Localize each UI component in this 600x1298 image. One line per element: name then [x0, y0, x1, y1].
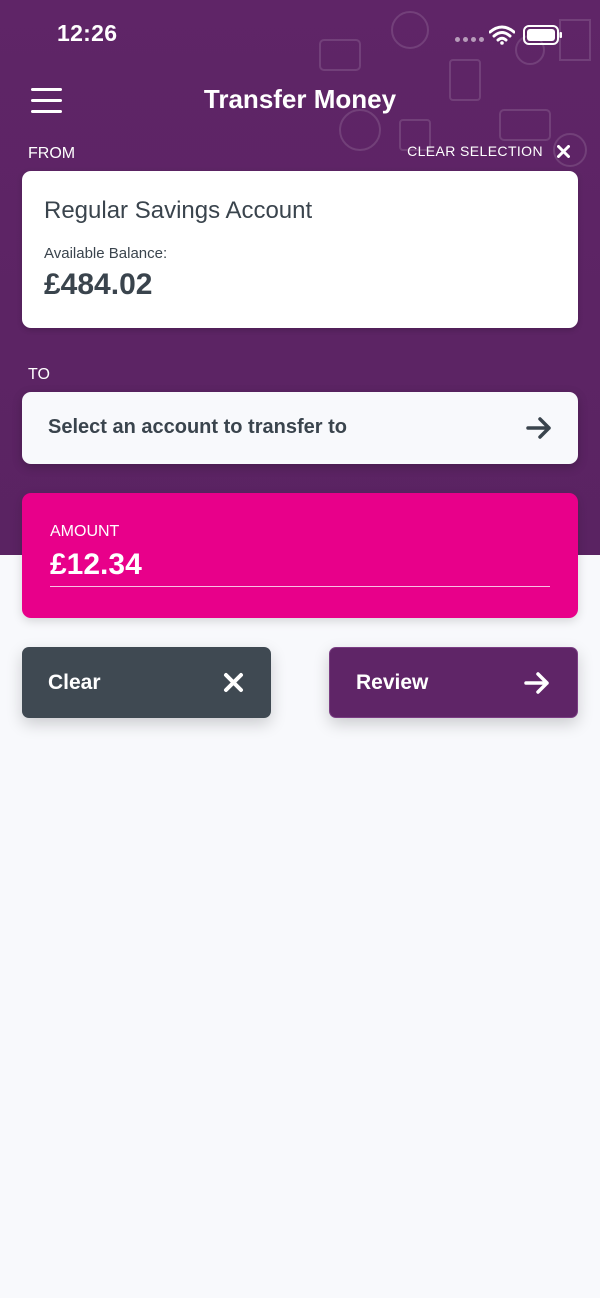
transfer-money-screen: 12:26 Transfer Money FROM CLEAR SELECTIO…	[0, 0, 600, 1298]
battery-icon	[523, 25, 562, 45]
amount-card: AMOUNT	[22, 493, 578, 618]
clear-selection-label: CLEAR SELECTION	[407, 143, 543, 159]
to-account-selector[interactable]: Select an account to transfer to	[22, 392, 578, 464]
review-button-label: Review	[356, 670, 429, 694]
clear-selection-button[interactable]: CLEAR SELECTION	[407, 143, 570, 159]
available-balance-value: £484.02	[44, 268, 153, 301]
wifi-icon	[489, 25, 515, 45]
from-account-card[interactable]: Regular Savings Account Available Balanc…	[22, 171, 578, 328]
review-button[interactable]: Review	[329, 647, 578, 718]
close-icon	[557, 144, 570, 158]
status-time: 12:26	[57, 20, 118, 46]
arrow-right-icon	[524, 671, 549, 694]
amount-label: AMOUNT	[50, 523, 120, 540]
clear-button[interactable]: Clear	[22, 647, 271, 718]
arrow-right-icon	[526, 417, 551, 439]
to-label: TO	[28, 366, 50, 383]
page-title: Transfer Money	[203, 84, 397, 114]
amount-input[interactable]	[50, 543, 550, 587]
signal-icon	[455, 37, 484, 42]
from-account-name: Regular Savings Account	[44, 197, 313, 224]
available-balance-label: Available Balance:	[44, 245, 168, 262]
from-label: FROM	[28, 145, 76, 162]
clear-button-label: Clear	[48, 670, 101, 694]
close-icon	[224, 673, 243, 692]
to-account-placeholder: Select an account to transfer to	[48, 416, 347, 438]
